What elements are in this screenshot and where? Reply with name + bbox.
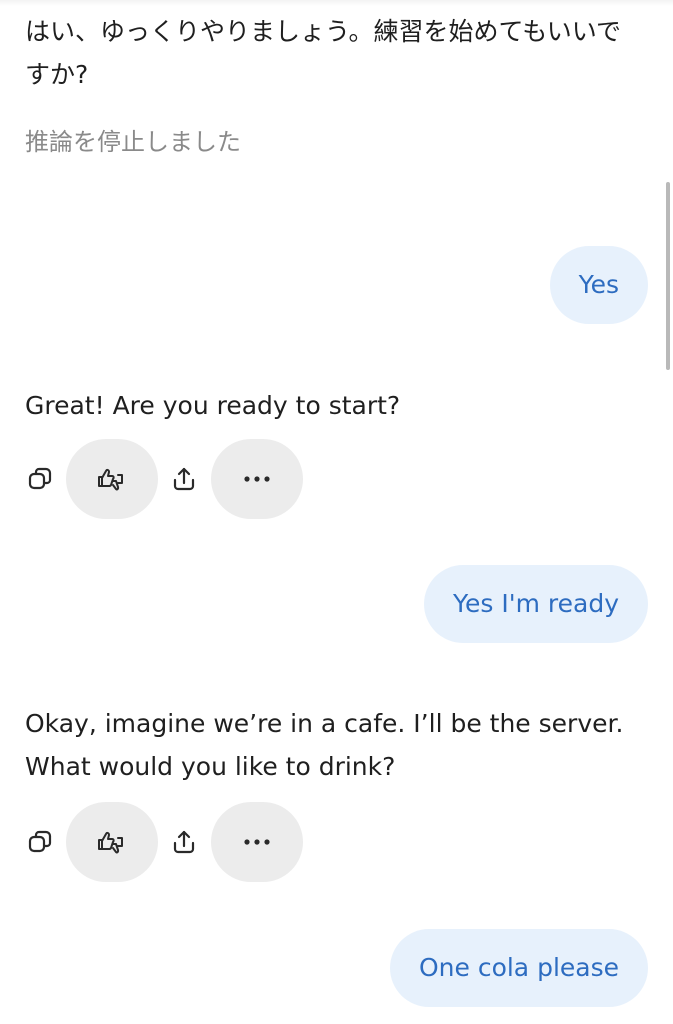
copy-icon	[28, 467, 52, 490]
thumbs-up-down-icon	[98, 831, 123, 854]
more-options-button[interactable]	[211, 802, 303, 882]
message-actions-row	[18, 802, 318, 882]
user-message-bubble[interactable]: One cola please	[389, 929, 648, 1007]
user-message-bubble[interactable]: Yes I'm ready	[424, 565, 648, 643]
rate-response-button[interactable]	[66, 802, 158, 882]
ai-message: Okay, imagine we’re in a cafe. I’ll be t…	[25, 709, 624, 781]
message-actions-row	[18, 439, 318, 519]
share-icon	[173, 467, 195, 491]
scrollbar[interactable]	[666, 182, 670, 370]
ai-message: Great! Are you ready to start?	[25, 391, 401, 420]
top-fade	[0, 0, 673, 6]
user-message-bubble[interactable]: Yes	[549, 246, 648, 324]
more-options-button[interactable]	[211, 439, 303, 519]
share-icon	[173, 830, 195, 854]
copy-icon	[28, 830, 52, 853]
copy-button[interactable]	[18, 802, 62, 882]
ai-message-japanese: はい、ゆっくりやりましょう。練習を始めてもいいですか?	[25, 17, 622, 89]
rate-response-button[interactable]	[66, 439, 158, 519]
more-dots-icon	[244, 839, 270, 845]
more-dots-icon	[244, 476, 270, 482]
copy-button[interactable]	[18, 439, 62, 519]
status-stopped-text: 推論を停止しました	[25, 128, 241, 156]
thumbs-up-down-icon	[98, 468, 123, 491]
share-button[interactable]	[164, 802, 204, 882]
share-button[interactable]	[164, 439, 204, 519]
